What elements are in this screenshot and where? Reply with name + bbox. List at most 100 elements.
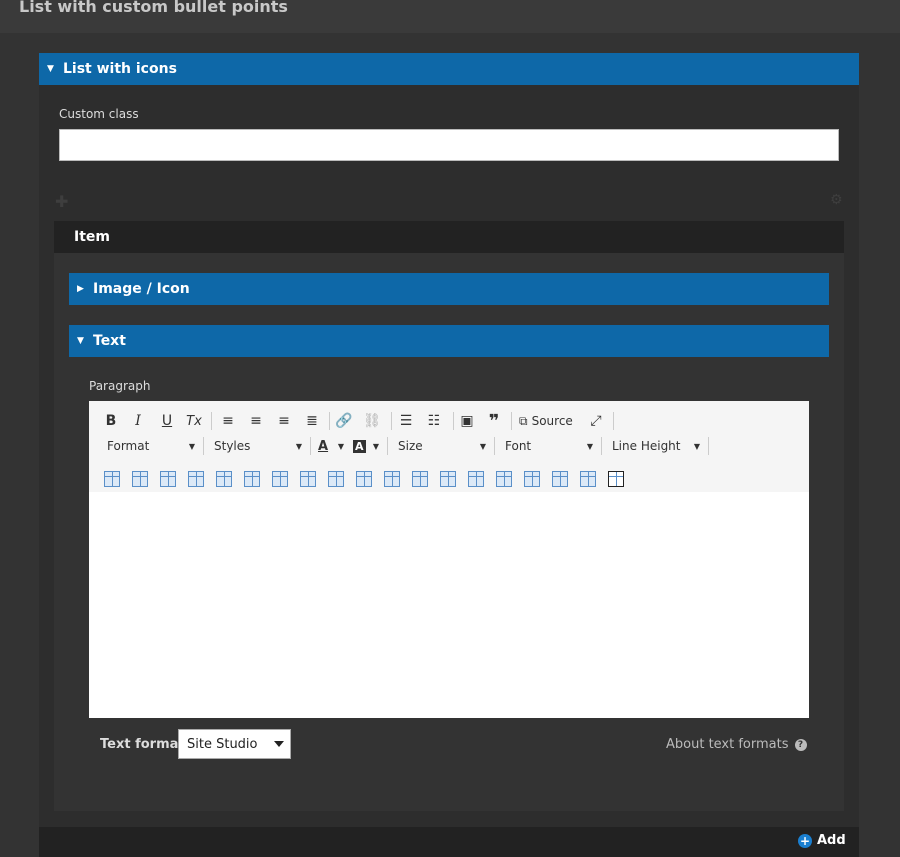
split-cell-vertical-icon[interactable] [524, 471, 540, 487]
font-dropdown-label: Font [505, 439, 532, 453]
list-section-header[interactable]: ▼ List with icons [39, 53, 859, 85]
align-left-icon[interactable]: ≡ [219, 411, 237, 431]
styles-dropdown-label: Styles [214, 439, 251, 453]
page-title: List with custom bullet points [19, 0, 288, 16]
remove-format-button[interactable]: Tx [185, 411, 203, 431]
background-color-icon: A [353, 439, 366, 453]
editor-toolbar: B I U Tx ≡ ≡ ≡ ≣ 🔗 ⛓ ☰ ☷ ▣ ❞ ⧉ Source ⤢ … [89, 401, 809, 492]
insert-row-after-icon[interactable] [216, 471, 232, 487]
insert-column-before-icon[interactable] [272, 471, 288, 487]
image-icon-section-header[interactable]: ▶ Image / Icon [69, 273, 829, 305]
merge-down-icon[interactable] [580, 471, 596, 487]
text-format-select[interactable]: Site Studio [178, 729, 291, 759]
chevron-down-icon: ▼ [188, 441, 195, 451]
caret-down-icon: ▼ [77, 336, 84, 346]
text-format-selected: Site Studio [187, 736, 258, 752]
underline-button[interactable]: U [159, 411, 175, 431]
custom-class-label: Custom class [59, 107, 139, 121]
italic-button[interactable]: I [131, 411, 145, 431]
text-section-header[interactable]: ▼ Text [69, 325, 829, 357]
chevron-down-icon: ▼ [479, 441, 486, 451]
toolbar-separator [453, 412, 454, 430]
bold-button[interactable]: B [103, 411, 119, 431]
insert-row-before-icon[interactable] [188, 471, 204, 487]
list-section-title: List with icons [63, 61, 177, 77]
format-dropdown[interactable]: Format ▼ [107, 436, 195, 456]
caret-down-icon: ▼ [47, 64, 54, 74]
text-format-label: Text format [100, 737, 185, 752]
table-properties-icon[interactable] [160, 471, 176, 487]
toolbar-separator [329, 412, 330, 430]
size-dropdown-label: Size [398, 439, 423, 453]
add-button[interactable]: + Add [798, 833, 846, 848]
cell-properties-icon[interactable] [468, 471, 484, 487]
align-center-icon[interactable]: ≡ [247, 411, 265, 431]
move-column-left-icon[interactable] [328, 471, 344, 487]
insert-table-row-icon[interactable] [104, 471, 120, 487]
source-button[interactable]: ⧉ Source [519, 411, 579, 431]
align-right-icon[interactable]: ≡ [275, 411, 293, 431]
merge-cells-icon[interactable] [440, 471, 456, 487]
footer-bar [39, 827, 859, 857]
chevron-down-icon: ▼ [372, 441, 379, 451]
toolbar-separator [203, 437, 204, 455]
chevron-down-icon: ▼ [337, 441, 344, 451]
toolbar-separator [310, 437, 311, 455]
chevron-down-icon: ▼ [295, 441, 302, 451]
unlink-icon[interactable]: ⛓ [363, 411, 381, 431]
maximize-icon[interactable]: ⤢ [587, 411, 605, 431]
styles-dropdown[interactable]: Styles ▼ [214, 436, 302, 456]
help-icon: ? [794, 738, 807, 751]
toolbar-separator [211, 412, 212, 430]
toolbar-separator [708, 437, 709, 455]
image-icon-section-title: Image / Icon [93, 281, 190, 297]
toolbar-separator [387, 437, 388, 455]
delete-cells-icon[interactable] [412, 471, 428, 487]
text-color-icon: A [318, 438, 329, 454]
numbered-list-icon[interactable]: ☷ [425, 411, 443, 431]
rich-text-editor: B I U Tx ≡ ≡ ≡ ≣ 🔗 ⛓ ☰ ☷ ▣ ❞ ⧉ Source ⤢ … [89, 401, 809, 718]
toolbar-separator [601, 437, 602, 455]
source-icon: ⧉ [519, 413, 528, 428]
chevron-down-icon: ▼ [586, 441, 593, 451]
toolbar-separator [511, 412, 512, 430]
size-dropdown[interactable]: Size ▼ [398, 436, 486, 456]
merge-right-icon[interactable] [552, 471, 568, 487]
table-icon[interactable] [608, 471, 624, 487]
image-icon[interactable]: ▣ [457, 411, 477, 431]
bulleted-list-icon[interactable]: ☰ [397, 411, 415, 431]
drag-handle-icon[interactable]: ✚ [55, 192, 68, 211]
delete-table-row-icon[interactable] [132, 471, 148, 487]
font-dropdown[interactable]: Font ▼ [505, 436, 593, 456]
custom-class-input[interactable] [59, 129, 839, 161]
add-button-label: Add [817, 833, 846, 848]
toolbar-separator [494, 437, 495, 455]
delete-column-icon[interactable] [384, 471, 400, 487]
item-header: Item [54, 221, 844, 253]
chevron-down-icon: ▼ [693, 441, 700, 451]
paragraph-label: Paragraph [89, 379, 151, 393]
line-height-dropdown-label: Line Height [612, 439, 681, 453]
format-dropdown-label: Format [107, 439, 150, 453]
text-color-button[interactable]: A ▼ [318, 436, 344, 456]
line-height-dropdown[interactable]: Line Height ▼ [612, 436, 700, 456]
about-text-formats-label: About text formats [666, 737, 789, 752]
background-color-button[interactable]: A ▼ [353, 436, 379, 456]
toolbar-separator [391, 412, 392, 430]
editor-content-area[interactable] [89, 492, 809, 718]
move-column-right-icon[interactable] [356, 471, 372, 487]
about-text-formats-link[interactable]: About text formats ? [666, 737, 807, 752]
delete-row-icon[interactable] [244, 471, 260, 487]
text-section-title: Text [93, 333, 126, 349]
toolbar-separator [613, 412, 614, 430]
plus-circle-icon: + [798, 833, 812, 848]
chevron-down-icon [274, 741, 284, 747]
link-icon[interactable]: 🔗 [335, 411, 353, 431]
split-cell-horizontal-icon[interactable] [496, 471, 512, 487]
blockquote-icon[interactable]: ❞ [485, 411, 503, 432]
caret-right-icon: ▶ [77, 284, 84, 294]
source-label: Source [531, 414, 573, 428]
insert-column-after-icon[interactable] [300, 471, 316, 487]
align-justify-icon[interactable]: ≣ [303, 411, 321, 431]
gear-icon[interactable]: ⚙ [830, 192, 843, 208]
